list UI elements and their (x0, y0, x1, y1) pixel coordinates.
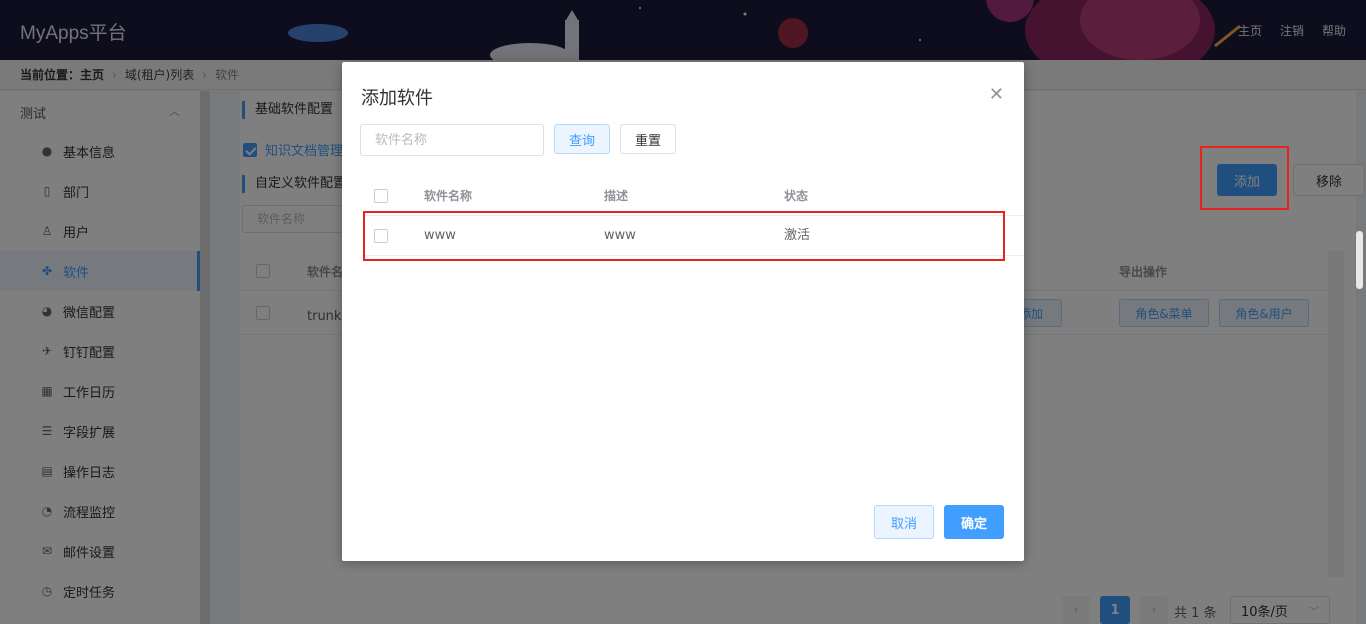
col-software-name: 软件名称 (424, 189, 473, 203)
highlight-software-row (363, 211, 1005, 261)
query-button[interactable]: 查询 (554, 124, 610, 154)
page-scrollbar[interactable] (1355, 230, 1364, 290)
highlight-add-button (1200, 146, 1289, 210)
dialog-title: 添加软件 (361, 88, 433, 109)
select-all-checkbox[interactable] (374, 189, 388, 203)
close-icon[interactable]: ✕ (989, 84, 1004, 105)
cancel-button[interactable]: 取消 (874, 505, 934, 539)
add-software-dialog: 添加软件 ✕ 查询 重置 软件名称 描述 状态 www www 激活 取消 确定 (342, 62, 1024, 561)
col-status: 状态 (784, 189, 809, 203)
dialog-table-header: 软件名称 描述 状态 (362, 176, 1024, 216)
confirm-button[interactable]: 确定 (944, 505, 1004, 539)
col-description: 描述 (604, 189, 629, 203)
dialog-search-input[interactable] (360, 124, 544, 156)
reset-button[interactable]: 重置 (620, 124, 676, 154)
